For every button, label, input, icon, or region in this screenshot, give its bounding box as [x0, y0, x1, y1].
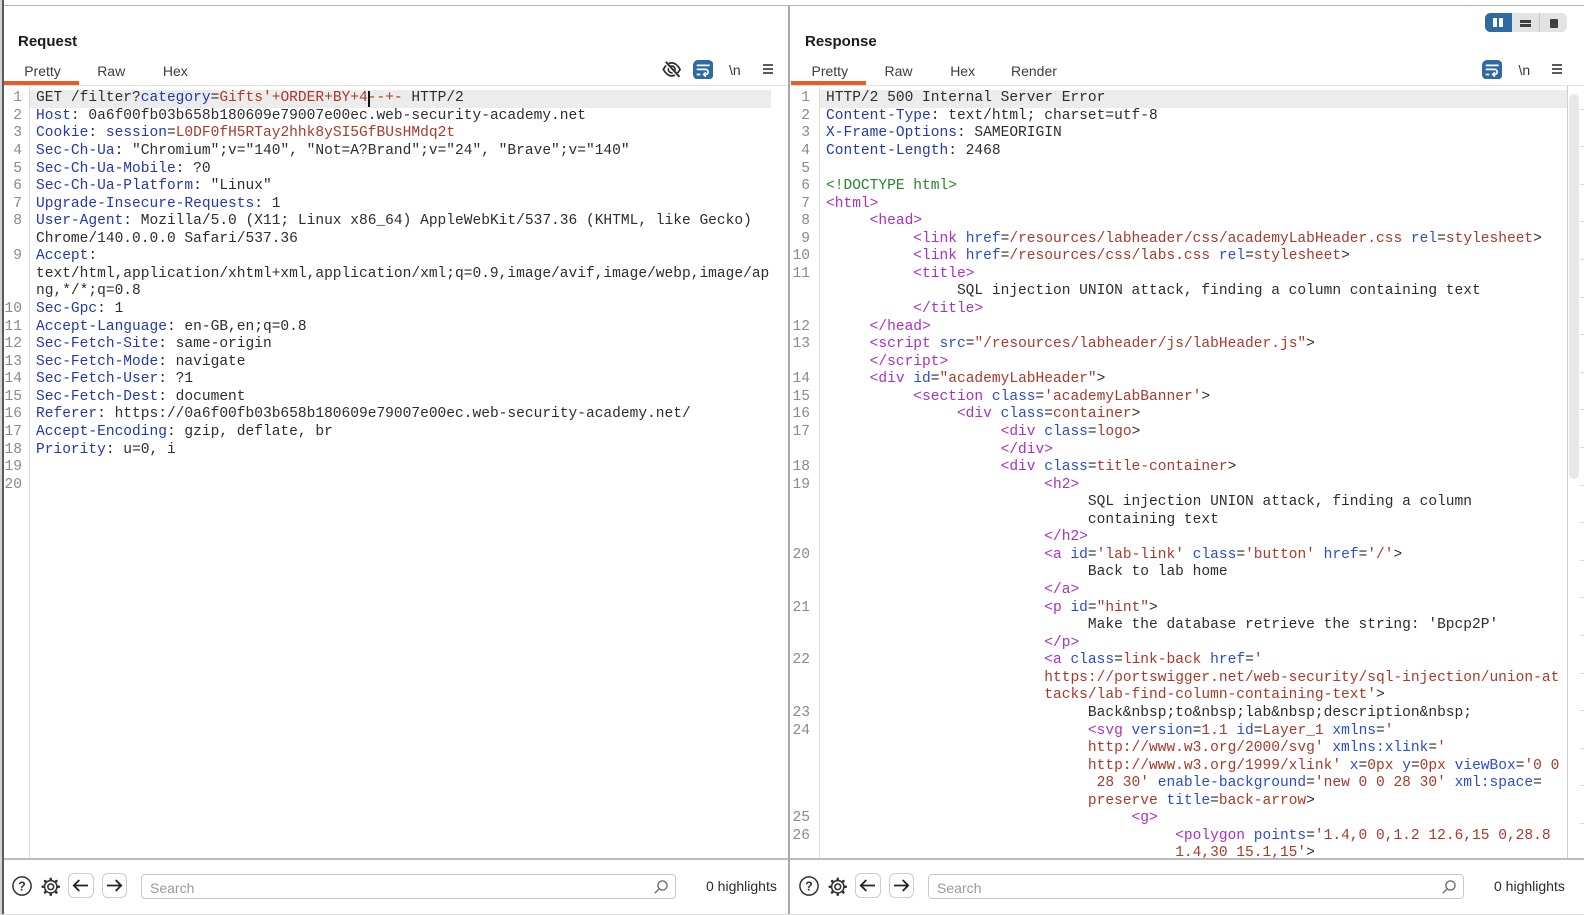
- svg-text:?: ?: [18, 880, 26, 894]
- svg-text:?: ?: [805, 880, 813, 894]
